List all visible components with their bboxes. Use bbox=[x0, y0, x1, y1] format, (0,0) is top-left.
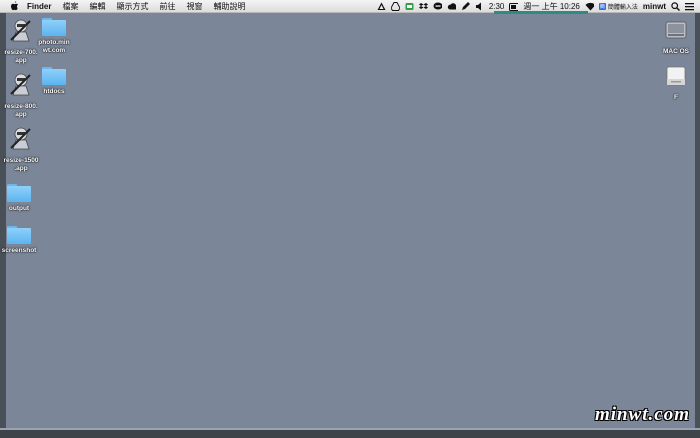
wifi-icon[interactable] bbox=[585, 2, 594, 11]
menu-view[interactable]: 顯示方式 bbox=[116, 0, 148, 13]
sound-icon[interactable] bbox=[475, 2, 484, 11]
icon-label-line2: .app bbox=[14, 165, 28, 172]
spotlight-search-icon[interactable] bbox=[671, 2, 680, 11]
desktop-icon-resize-1500[interactable]: resize-1500 .app bbox=[0, 126, 44, 173]
evernote-icon[interactable] bbox=[405, 2, 414, 11]
window-edge-bottom bbox=[0, 430, 700, 438]
desktop-icon-mac-os-drive[interactable]: MAC OS bbox=[653, 20, 699, 56]
cloud-icon[interactable] bbox=[447, 2, 456, 11]
watermark: minwt.com bbox=[594, 404, 690, 425]
folder-icon bbox=[42, 18, 66, 36]
notification-center-icon[interactable] bbox=[685, 2, 694, 11]
menu-window[interactable]: 視窗 bbox=[186, 0, 202, 13]
icon-label-line2: wt.com bbox=[42, 47, 66, 54]
drive-sync-icon[interactable] bbox=[390, 2, 400, 11]
automator-app-icon bbox=[10, 127, 31, 150]
icon-label: output bbox=[8, 205, 30, 212]
app-status-icon[interactable] bbox=[377, 2, 386, 11]
icon-label: MAC OS bbox=[663, 48, 689, 55]
icon-label: F bbox=[674, 94, 678, 101]
desktop-icon-f-drive[interactable]: F bbox=[653, 66, 699, 102]
icon-label-line1: photo.min bbox=[38, 39, 70, 46]
menu-finder[interactable]: Finder bbox=[27, 0, 51, 13]
external-drive-icon bbox=[666, 66, 686, 86]
input-method-label: 簡體輸入法 bbox=[607, 5, 638, 11]
menu-edit[interactable]: 編輯 bbox=[89, 0, 105, 13]
folder-icon bbox=[7, 184, 31, 202]
pen-tool-icon[interactable] bbox=[461, 2, 470, 11]
menu-bar: Finder 檔案 編輯 顯示方式 前往 視窗 輔助說明 2:30 週一 上午 … bbox=[0, 0, 700, 13]
automator-app-icon bbox=[10, 73, 31, 96]
input-method-icon: 簡 bbox=[598, 3, 606, 10]
icon-label-line2: app bbox=[15, 57, 27, 64]
battery-icon[interactable] bbox=[509, 2, 519, 11]
clock-weekday: 週一 bbox=[523, 2, 540, 11]
desktop-icon-photo-minwt[interactable]: photo.min wt.com bbox=[31, 18, 77, 55]
menu-file[interactable]: 檔案 bbox=[62, 0, 78, 13]
menu-go[interactable]: 前往 bbox=[159, 0, 175, 13]
icon-label: screenshot bbox=[1, 247, 37, 254]
folder-icon bbox=[7, 226, 31, 244]
icon-label-line2: app bbox=[15, 111, 27, 118]
input-method-menu[interactable]: 簡 簡體輸入法 bbox=[598, 2, 638, 11]
dropbox-icon[interactable] bbox=[418, 2, 428, 11]
menu-help[interactable]: 輔助說明 bbox=[213, 0, 245, 13]
desktop-icon-output[interactable]: output bbox=[0, 184, 42, 213]
desktop-icon-screenshot[interactable]: screenshot bbox=[0, 226, 42, 255]
desktop[interactable] bbox=[0, 13, 700, 438]
battery-time[interactable]: 2:30 bbox=[489, 2, 505, 11]
line-chat-icon[interactable] bbox=[433, 2, 442, 11]
desktop-icon-resize-800[interactable]: resize-800. app bbox=[0, 72, 44, 119]
folder-icon bbox=[42, 67, 66, 85]
user-menu[interactable]: minwt bbox=[643, 2, 666, 11]
apple-menu-icon[interactable] bbox=[10, 1, 19, 11]
clock-time: 上午 10:26 bbox=[541, 2, 580, 11]
icon-label-line1: resize-800. bbox=[4, 103, 38, 110]
progress-indicator bbox=[494, 11, 588, 14]
icon-label-line1: resize-1500 bbox=[3, 157, 39, 164]
hard-drive-icon bbox=[665, 21, 687, 39]
